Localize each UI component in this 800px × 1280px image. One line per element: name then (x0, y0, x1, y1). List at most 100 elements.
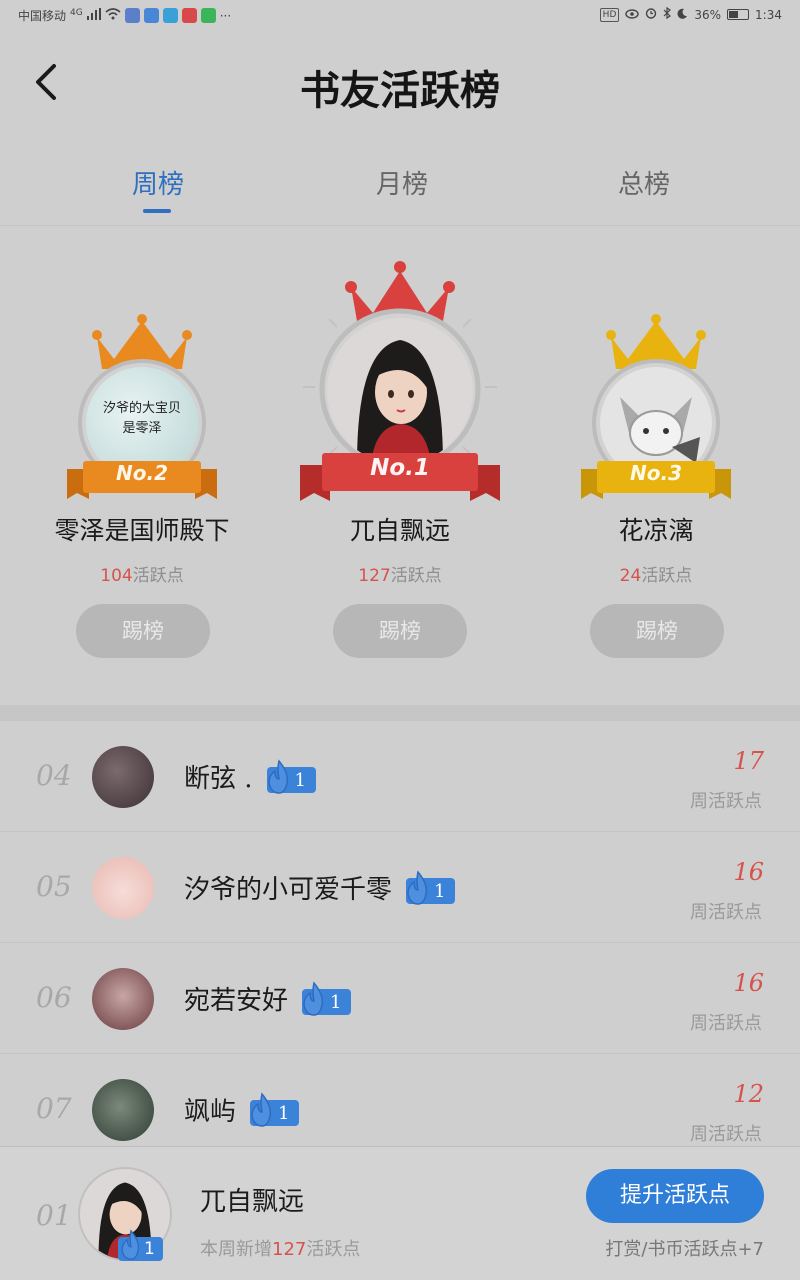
rank-label: No.1 (370, 455, 430, 481)
badge-count: 1 (434, 880, 446, 902)
badge-count: 1 (294, 769, 306, 791)
points-value: 24 (619, 566, 642, 586)
user-name: 飒屿 1 (184, 1091, 300, 1128)
points-suffix: 活跃点 (132, 566, 184, 586)
rank-number: 06 (36, 981, 72, 1014)
rank-number: 07 (36, 1092, 72, 1125)
list-item[interactable]: 05 汐爷的小可爱千零 1 16 周活跃点 (0, 832, 800, 943)
points-suffix: 活跃点 (390, 566, 442, 586)
hd-badge: HD (599, 7, 620, 22)
kick-button[interactable]: 踢榜 (333, 604, 467, 658)
flame-icon (407, 870, 428, 905)
score-value: 17 (733, 747, 764, 775)
user-name-text: 汐爷的小可爱千零 (184, 875, 393, 905)
section-divider (0, 705, 800, 721)
points-suffix: 活跃点 (641, 566, 693, 586)
podium-points: 127活跃点 (270, 561, 530, 586)
avatar (92, 746, 154, 808)
user-name: 断弦 . 1 (184, 758, 316, 795)
app-notification-icon (200, 8, 216, 23)
list-item[interactable]: 04 断弦 . 1 17 周活跃点 (0, 721, 800, 832)
score-value: 12 (733, 1080, 764, 1108)
badge-count: 1 (330, 991, 342, 1013)
podium-name: 零泽是国师殿下 (54, 516, 230, 545)
avatar (92, 968, 154, 1030)
avatar (327, 318, 473, 464)
kick-button[interactable]: 踢榜 (76, 604, 210, 658)
points-value: 127 (358, 566, 391, 586)
network-label: 4G (70, 7, 83, 18)
app-notification-icon (162, 8, 178, 23)
points-value: 127 (272, 1239, 307, 1260)
user-name-text: 飒屿 (184, 1097, 237, 1127)
my-level-badge: 1 (118, 1229, 163, 1261)
score-label: 周活跃点 (690, 791, 762, 812)
page-title: 书友活跃榜 (300, 67, 500, 114)
boost-activity-button[interactable]: 提升活跃点 (586, 1169, 764, 1223)
my-rank-number: 01 (36, 1199, 72, 1232)
points-value: 104 (100, 566, 133, 586)
user-name: 宛若安好 1 (184, 980, 352, 1017)
clock: 1:34 (755, 7, 782, 22)
score-label: 周活跃点 (690, 1013, 762, 1034)
points-suffix: 活跃点 (306, 1239, 361, 1260)
flame-icon (251, 1092, 272, 1127)
moon-icon (677, 8, 688, 22)
my-weekly-points: 本周新增127活跃点 (200, 1235, 360, 1261)
tab-weekly[interactable]: 周榜 (98, 164, 218, 201)
badge-count: 1 (278, 1102, 290, 1124)
rank-number: 04 (36, 759, 72, 792)
user-name: 汐爷的小可爱千零 1 (184, 869, 456, 906)
avatar (92, 857, 154, 919)
podium-points: 104活跃点 (12, 561, 272, 586)
app-notification-icon (181, 8, 197, 23)
rank-label: No.3 (630, 461, 682, 485)
status-bar: 中国移动 4G ··· HD 36% 1:34 (0, 0, 800, 32)
podium-name: 花凉漓 (618, 516, 694, 545)
app-notification-icon (143, 8, 159, 23)
carrier-label: 中国移动 (18, 9, 67, 23)
list-item[interactable]: 06 宛若安好 1 16 周活跃点 (0, 943, 800, 1054)
reward-hint: 打赏/书币活跃点+7 (605, 1239, 764, 1260)
podium-rank-2[interactable]: 汐爷的大宝贝 是零泽 No.2 零泽是国师殿下 104活跃点 踢榜 (12, 227, 272, 705)
flame-icon (303, 981, 324, 1016)
battery-icon (727, 9, 750, 20)
level-badge: 1 (406, 870, 456, 905)
app-notification-icon (124, 8, 140, 23)
tab-active-indicator (143, 209, 171, 213)
status-right: HD 36% 1:34 (599, 6, 782, 22)
more-icon: ··· (219, 8, 232, 23)
score-label: 周活跃点 (690, 902, 762, 923)
rank-number: 05 (36, 870, 72, 903)
level-badge: 1 (266, 759, 316, 794)
podium-points: 24活跃点 (526, 561, 786, 586)
podium: 汐爷的大宝贝 是零泽 No.2 零泽是国师殿下 104活跃点 踢榜 No.1 兀… (0, 227, 800, 705)
avatar-illustration (357, 340, 443, 464)
avatar (92, 1079, 154, 1141)
score-value: 16 (733, 969, 764, 997)
rank-list: 04 断弦 . 1 17 周活跃点 05 汐爷的小可爱千零 1 16 周活跃点 06… (0, 721, 800, 1165)
bluetooth-icon (663, 6, 672, 22)
avatar-text: 汐爷的大宝贝 (102, 401, 181, 416)
user-name-text: 宛若安好 (184, 986, 289, 1016)
status-left: 中国移动 4G ··· (18, 7, 231, 24)
level-badge: 1 (302, 981, 352, 1016)
avatar-text: 是零泽 (122, 421, 162, 436)
flame-icon (121, 1229, 140, 1260)
flame-icon (267, 759, 288, 794)
kick-button[interactable]: 踢榜 (590, 604, 724, 658)
tab-total[interactable]: 总榜 (584, 164, 704, 201)
header: 书友活跃榜 (0, 32, 800, 142)
podium-rank-1[interactable]: No.1 兀自飘远 127活跃点 踢榜 (270, 227, 530, 705)
tab-bar: 周榜 月榜 总榜 (0, 150, 800, 226)
podium-name: 兀自飘远 (349, 516, 450, 545)
score-value: 16 (733, 858, 764, 886)
eye-icon (625, 8, 640, 22)
my-rank-bar: 01 1 兀自飘远 本周新增127活跃点 提升活跃点 打赏/书币活跃点+7 (0, 1146, 800, 1280)
score-label: 周活跃点 (690, 1124, 762, 1145)
tab-monthly[interactable]: 月榜 (342, 164, 462, 201)
level-badge: 1 (250, 1092, 300, 1127)
wifi-icon (105, 8, 121, 23)
signal-icon (86, 8, 101, 23)
podium-rank-3[interactable]: No.3 花凉漓 24活跃点 踢榜 (526, 227, 786, 705)
